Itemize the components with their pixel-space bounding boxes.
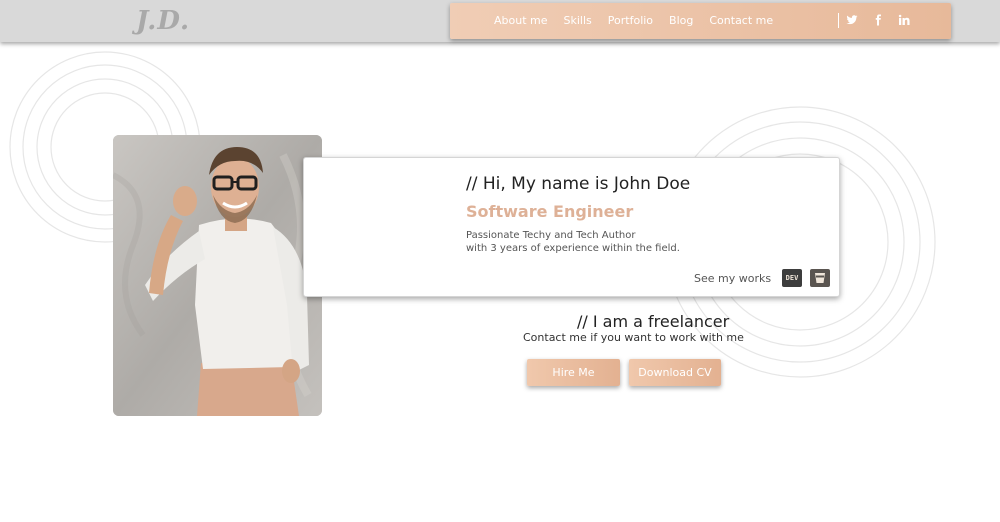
- navbar: About me Skills Portfolio Blog Contact m…: [450, 3, 951, 39]
- intro-card: // Hi, My name is John Doe Software Engi…: [303, 157, 840, 297]
- profile-photo-illustration: [113, 135, 322, 416]
- nav-contact-me[interactable]: Contact me: [709, 14, 773, 27]
- description-line-1: Passionate Techy and Tech Author: [466, 230, 636, 241]
- bucket-icon[interactable]: [810, 269, 830, 287]
- social-links: [846, 14, 910, 26]
- freelancer-subtitle: Contact me if you want to work with me: [523, 331, 744, 344]
- dev-icon[interactable]: DEV: [782, 269, 802, 287]
- role-title: Software Engineer: [466, 202, 634, 221]
- download-cv-button[interactable]: Download CV: [629, 359, 721, 386]
- see-my-works-label: See my works: [694, 272, 772, 285]
- hire-me-button[interactable]: Hire Me: [527, 359, 620, 386]
- facebook-icon[interactable]: [872, 14, 884, 26]
- profile-photo: [113, 135, 322, 416]
- freelancer-heading: // I am a freelancer: [577, 312, 730, 331]
- linkedin-icon[interactable]: [898, 14, 910, 26]
- nav-skills[interactable]: Skills: [564, 14, 592, 27]
- social-divider: [838, 13, 839, 28]
- greeting-heading: // Hi, My name is John Doe: [466, 174, 691, 194]
- twitter-icon[interactable]: [846, 14, 858, 26]
- logo[interactable]: J.D.: [136, 6, 190, 36]
- nav-links: About me Skills Portfolio Blog Contact m…: [494, 14, 773, 27]
- nav-portfolio[interactable]: Portfolio: [608, 14, 653, 27]
- nav-about-me[interactable]: About me: [494, 14, 548, 27]
- intro-description: Passionate Techy and Tech Author with 3 …: [466, 229, 680, 255]
- nav-blog[interactable]: Blog: [669, 14, 693, 27]
- description-line-2: with 3 years of experience within the fi…: [466, 243, 680, 254]
- site-header: J.D. About me Skills Portfolio Blog Cont…: [0, 0, 1000, 42]
